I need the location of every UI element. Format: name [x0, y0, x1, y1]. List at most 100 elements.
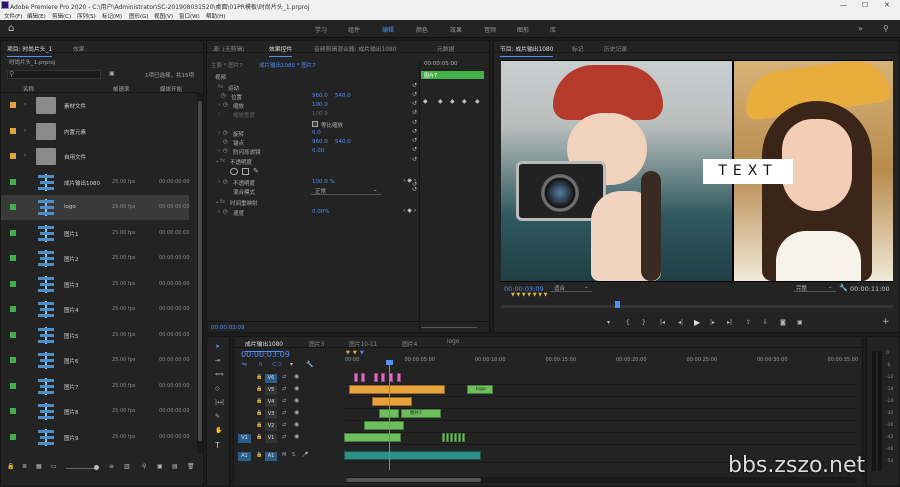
- flicker-expand-icon[interactable]: ›: [218, 148, 220, 154]
- track-target[interactable]: V2: [265, 422, 277, 431]
- timeline-clip[interactable]: [381, 373, 385, 382]
- keyframe-diamond[interactable]: ◆: [438, 98, 443, 105]
- reset-rotation-icon[interactable]: ↺: [412, 128, 417, 135]
- project-item[interactable]: 图片7 25.00 fps 00:00:00:00: [1, 374, 190, 399]
- tab-seq-pic3[interactable]: 图片3: [309, 339, 324, 348]
- timeline-clip[interactable]: [364, 421, 404, 430]
- project-item[interactable]: 图片5 25.00 fps 00:00:00:00: [1, 323, 190, 348]
- project-item[interactable]: 图片8 25.00 fps 00:00:00:00: [1, 399, 190, 424]
- zoom-slider-handle[interactable]: [94, 465, 99, 470]
- program-scrub-bar[interactable]: [501, 305, 893, 308]
- timeline-clip[interactable]: [344, 433, 401, 442]
- flicker-stopwatch-icon[interactable]: ◷: [223, 148, 228, 154]
- list-view-icon[interactable]: ≣: [22, 463, 27, 470]
- tab-markers[interactable]: 标记: [572, 44, 584, 53]
- menu-file[interactable]: 文件(F): [4, 12, 22, 20]
- lock-icon[interactable]: 🔒: [256, 434, 262, 440]
- label-color-swatch[interactable]: [10, 127, 16, 134]
- type-tool-icon[interactable]: T: [215, 441, 220, 450]
- timeline-marker-icon[interactable]: ▼: [360, 350, 364, 356]
- timeline-clip[interactable]: [462, 433, 465, 442]
- menu-graphics[interactable]: 图形(G): [129, 12, 149, 20]
- anchor-x-value[interactable]: 960.0: [312, 139, 328, 145]
- workspace-tab-graphics[interactable]: 图形: [517, 25, 529, 34]
- lock-icon[interactable]: 🔒: [256, 452, 262, 458]
- label-color-swatch[interactable]: [10, 229, 16, 236]
- track-target[interactable]: V1: [265, 434, 277, 443]
- find-icon[interactable]: ⚲: [142, 463, 146, 470]
- eye-icon[interactable]: ◉: [294, 397, 299, 404]
- snap-icon[interactable]: ∩: [258, 361, 262, 368]
- tab-seq-pic4[interactable]: 图片4: [402, 339, 417, 348]
- tab-source[interactable]: 源: (无剪辑): [213, 44, 245, 53]
- sync-lock-icon[interactable]: ⇄: [282, 434, 286, 440]
- project-item[interactable]: 图片4 25.00 fps 00:00:00:00: [1, 297, 190, 322]
- time-ruler[interactable]: 00:00 00:00:05:00 00:00:10:00 00:00:15:00 00…: [345, 350, 858, 372]
- menu-edit[interactable]: 编辑(E): [27, 12, 46, 20]
- timeline-marker-icon[interactable]: ▼: [353, 350, 357, 356]
- text-overlay[interactable]: TEXT: [703, 159, 793, 184]
- project-scrollbar[interactable]: [197, 93, 203, 453]
- track-target[interactable]: V5: [265, 386, 277, 395]
- eye-icon[interactable]: ◉: [294, 409, 299, 416]
- lock-icon[interactable]: 🔒: [256, 374, 262, 380]
- label-color-swatch[interactable]: [10, 178, 16, 185]
- project-item[interactable]: › 内置元素: [1, 119, 189, 144]
- lift-icon[interactable]: ⇪: [746, 319, 751, 326]
- label-color-swatch[interactable]: [10, 280, 16, 287]
- timeline-clip[interactable]: [454, 433, 457, 442]
- rotation-stopwatch-icon[interactable]: ◷: [223, 130, 228, 136]
- mute-icon[interactable]: M: [282, 452, 286, 458]
- rectangle-mask-icon[interactable]: [242, 168, 249, 175]
- blend-mode-select[interactable]: 正常 ⌄: [311, 187, 381, 195]
- sync-lock-icon[interactable]: ⇄: [282, 398, 286, 404]
- tab-audio-mixer[interactable]: 音频剪辑混合器: 成片输出1080: [314, 44, 396, 53]
- step-forward-icon[interactable]: |▸: [710, 319, 715, 326]
- new-bin-button-icon[interactable]: ▣: [157, 463, 163, 470]
- timeline-marker-icon[interactable]: ▼: [346, 350, 350, 356]
- reset-motion-icon[interactable]: ↺: [412, 82, 417, 89]
- source-patch-v1[interactable]: V1: [238, 434, 251, 443]
- project-item[interactable]: 图片9 25.00 fps 00:00:00:00: [1, 425, 190, 450]
- add-marker-icon[interactable]: ▾: [607, 319, 610, 326]
- menu-window[interactable]: 窗口(W): [179, 12, 200, 20]
- slip-tool-icon[interactable]: |↔|: [215, 399, 224, 406]
- timeline-clip-logo[interactable]: logo: [467, 385, 493, 394]
- anchor-stopwatch-icon[interactable]: ◷: [223, 139, 228, 145]
- timeline-clip[interactable]: [442, 433, 445, 442]
- reset-position-icon[interactable]: ↺: [412, 91, 417, 98]
- timeline-timecode[interactable]: 00:00:03:09: [241, 350, 290, 359]
- rotation-expand-icon[interactable]: ›: [218, 130, 220, 136]
- timeline-clip[interactable]: [354, 373, 358, 382]
- track-target[interactable]: V6: [265, 374, 277, 383]
- project-item[interactable]: logo 25.00 fps 00:00:00:00: [1, 195, 190, 220]
- sequence-clip-label[interactable]: 成片输出1080 * 图片7: [259, 61, 316, 69]
- razor-tool-icon[interactable]: ◇: [215, 385, 220, 392]
- clear-icon[interactable]: 🗑: [187, 463, 195, 470]
- reset-scale-icon[interactable]: ↺: [412, 100, 417, 107]
- tab-metadata[interactable]: 元数据: [437, 44, 454, 53]
- sync-lock-icon[interactable]: ⇄: [282, 422, 286, 428]
- linked-selection-icon[interactable]: ⊂⊃: [272, 361, 282, 368]
- lock-icon[interactable]: 🔒: [256, 422, 262, 428]
- new-bin-icon[interactable]: ▣: [109, 70, 115, 77]
- timeline-playhead[interactable]: [389, 360, 390, 470]
- minimize-icon[interactable]: —: [840, 1, 847, 9]
- hand-tool-icon[interactable]: ✋: [215, 427, 222, 434]
- tab-effect-controls[interactable]: 效果控件: [269, 44, 293, 57]
- project-item[interactable]: › 素材文件: [1, 93, 189, 118]
- project-item[interactable]: 成片输出1080 25.00 fps 00:00:00:00: [1, 170, 190, 195]
- tab-history[interactable]: 历史记录: [604, 44, 627, 53]
- workspace-tab-audio[interactable]: 音频: [484, 25, 496, 34]
- reset-flicker-icon[interactable]: ↺: [412, 146, 417, 153]
- project-item[interactable]: › 自用文件: [1, 144, 189, 169]
- label-color-swatch[interactable]: [10, 331, 16, 338]
- label-color-swatch[interactable]: [10, 204, 16, 210]
- audio-clip[interactable]: [344, 451, 481, 460]
- sort-icon[interactable]: ≡: [109, 463, 114, 470]
- column-name[interactable]: 名称: [23, 85, 34, 93]
- uniform-scale-checkbox[interactable]: [312, 121, 318, 127]
- workspace-tab-editing[interactable]: 编辑: [382, 25, 394, 34]
- lock-icon[interactable]: 🔒: [256, 410, 262, 416]
- timeline-clip[interactable]: [349, 385, 445, 394]
